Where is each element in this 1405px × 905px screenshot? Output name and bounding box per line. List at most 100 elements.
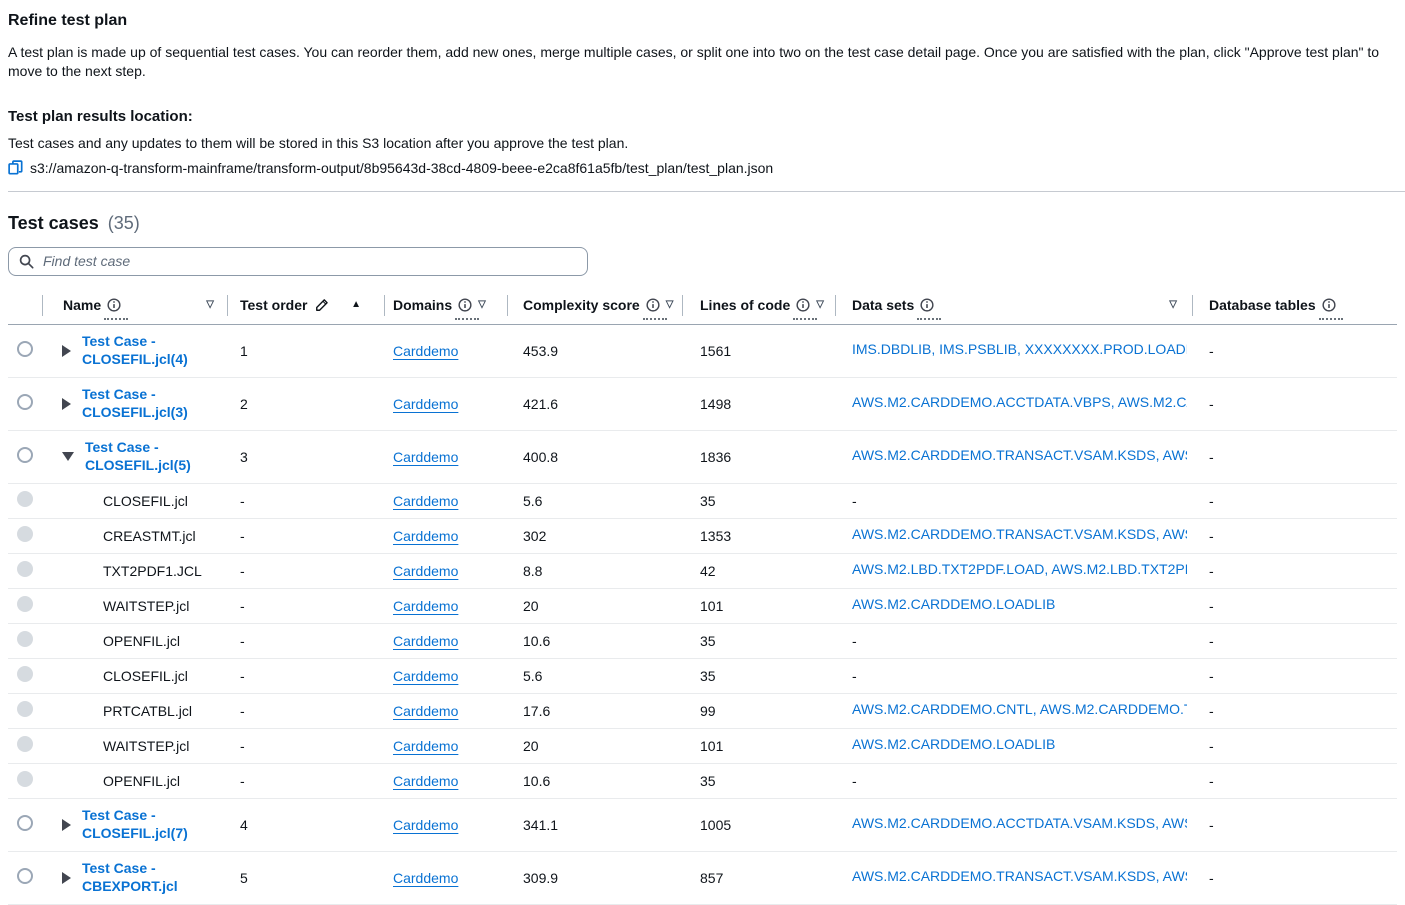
column-header-lines-of-code[interactable]: Lines of code ▽ [683, 287, 836, 324]
complexity-score-cell: 400.8 [508, 447, 683, 467]
job-name: OPENFIL.jcl [62, 773, 180, 789]
info-icon[interactable] [920, 298, 934, 312]
test-case-link[interactable]: Test Case -CBEXPORT.jcl [82, 860, 178, 895]
page-title: Refine test plan [8, 12, 1397, 30]
data-sets-link[interactable]: AWS.M2.CARDDEMO.TRANSACT.VSAM.KSDS, AWS.… [852, 447, 1187, 463]
data-sets-link[interactable]: AWS.M2.CARDDEMO.CNTL, AWS.M2.CARDDEMO.TC… [852, 701, 1187, 717]
table-row-child: CREASTMT.jcl - Carddemo 302 1353 AWS.M2.… [8, 519, 1397, 554]
sort-icon[interactable]: ▽ [666, 300, 674, 310]
expand-icon[interactable] [62, 345, 71, 357]
data-sets-cell: - [836, 631, 1193, 651]
info-icon[interactable] [796, 298, 810, 312]
domain-link[interactable]: Carddemo [393, 668, 458, 684]
domain-link[interactable]: Carddemo [393, 563, 458, 579]
complexity-score-cell: 341.1 [508, 815, 683, 835]
domain-link[interactable]: Carddemo [393, 633, 458, 649]
database-tables-cell: - [1193, 526, 1397, 546]
data-sets-link[interactable]: IMS.DBDLIB, IMS.PSBLIB, XXXXXXXX.PROD.LO… [852, 341, 1187, 357]
domain-link[interactable]: Carddemo [393, 703, 458, 719]
test-case-link[interactable]: Test Case -CLOSEFIL.jcl(5) [85, 439, 191, 474]
data-sets-link[interactable]: AWS.M2.LBD.TXT2PDF.LOAD, AWS.M2.LBD.TXT2… [852, 561, 1187, 577]
info-icon[interactable] [107, 298, 121, 312]
test-case-link[interactable]: Test Case -CLOSEFIL.jcl(3) [82, 386, 188, 421]
test-cases-heading: Test cases (35) [8, 213, 1397, 234]
job-name: TXT2PDF1.JCL [62, 563, 202, 579]
job-name: CLOSEFIL.jcl [62, 668, 188, 684]
data-sets-link[interactable]: AWS.M2.CARDDEMO.LOADLIB [852, 736, 1055, 752]
column-header-database-tables[interactable]: Database tables [1193, 287, 1397, 324]
domain-link[interactable]: Carddemo [393, 738, 458, 754]
test-cases-count: (35) [108, 213, 140, 233]
domain-link[interactable]: Carddemo [393, 817, 458, 833]
domain-link[interactable]: Carddemo [393, 449, 458, 465]
complexity-score-cell: 5.6 [508, 666, 683, 686]
test-order-cell: - [228, 561, 385, 581]
domain-link[interactable]: Carddemo [393, 493, 458, 509]
test-order-cell: 2 [228, 394, 385, 414]
test-order-cell: 3 [228, 447, 385, 467]
test-case-link[interactable]: Test Case -CLOSEFIL.jcl(4) [82, 333, 188, 368]
info-icon[interactable] [1322, 298, 1336, 312]
test-order-cell: - [228, 526, 385, 546]
column-header-name[interactable]: Name ▽ [43, 287, 228, 324]
test-order-cell: - [228, 701, 385, 721]
lines-of-code-cell: 101 [683, 736, 836, 756]
data-sets-link[interactable]: AWS.M2.CARDDEMO.ACCTDATA.VSAM.KSDS, AWS.… [852, 815, 1187, 831]
results-location-description: Test cases and any updates to them will … [8, 135, 1397, 151]
domain-link[interactable]: Carddemo [393, 870, 458, 886]
domain-link[interactable]: Carddemo [393, 528, 458, 544]
data-sets-link[interactable]: AWS.M2.CARDDEMO.ACCTDATA.VBPS, AWS.M2.CA… [852, 394, 1187, 410]
radio-button[interactable] [17, 394, 33, 410]
column-header-complexity-score[interactable]: Complexity score ▽ [508, 287, 683, 324]
sort-icon[interactable]: ▽ [816, 300, 824, 310]
data-sets-link[interactable]: AWS.M2.CARDDEMO.LOADLIB [852, 596, 1055, 612]
column-header-test-order[interactable]: Test order ▲ [228, 287, 385, 324]
database-tables-cell: - [1193, 815, 1397, 835]
radio-button-disabled [17, 701, 33, 717]
domain-link[interactable]: Carddemo [393, 396, 458, 412]
job-name: WAITSTEP.jcl [62, 598, 189, 614]
test-case-link[interactable]: Test Case -CLOSEFIL.jcl(7) [82, 807, 188, 842]
complexity-score-cell: 309.9 [508, 868, 683, 888]
search-box [8, 247, 588, 276]
column-header-domains[interactable]: Domains ▽ [385, 287, 508, 324]
complexity-score-cell: 10.6 [508, 631, 683, 651]
section-divider [8, 191, 1405, 192]
complexity-score-cell: 8.8 [508, 561, 683, 581]
edit-pencil-icon[interactable] [315, 298, 329, 312]
test-order-cell: - [228, 596, 385, 616]
domain-link[interactable]: Carddemo [393, 773, 458, 789]
complexity-score-cell: 453.9 [508, 341, 683, 361]
radio-button[interactable] [17, 341, 33, 357]
table-row: Test Case -CBEXPORT.jcl 5 Carddemo 309.9… [8, 852, 1397, 905]
sort-icon[interactable]: ▽ [1169, 300, 1177, 310]
table-row-child: WAITSTEP.jcl - Carddemo 20 101 AWS.M2.CA… [8, 589, 1397, 624]
radio-button-disabled [17, 736, 33, 752]
radio-button[interactable] [17, 447, 33, 463]
test-order-cell: 4 [228, 815, 385, 835]
table-row-child: PRTCATBL.jcl - Carddemo 17.6 99 AWS.M2.C… [8, 694, 1397, 729]
info-icon[interactable] [458, 298, 472, 312]
column-header-data-sets[interactable]: Data sets ▽ [836, 287, 1193, 324]
complexity-score-cell: 10.6 [508, 771, 683, 791]
lines-of-code-cell: 1498 [683, 394, 836, 414]
sort-ascending-icon[interactable]: ▲ [351, 300, 361, 310]
table-row-child: OPENFIL.jcl - Carddemo 10.6 35 - - [8, 624, 1397, 659]
table-row-child: TXT2PDF1.JCL - Carddemo 8.8 42 AWS.M2.LB… [8, 554, 1397, 589]
database-tables-cell: - [1193, 561, 1397, 581]
domain-link[interactable]: Carddemo [393, 343, 458, 359]
sort-icon[interactable]: ▽ [206, 300, 214, 310]
collapse-icon[interactable] [62, 452, 74, 461]
expand-icon[interactable] [62, 398, 71, 410]
expand-icon[interactable] [62, 819, 71, 831]
info-icon[interactable] [646, 298, 660, 312]
search-input[interactable] [8, 247, 588, 276]
data-sets-link[interactable]: AWS.M2.CARDDEMO.TRANSACT.VSAM.KSDS, AWS.… [852, 526, 1187, 542]
job-name: WAITSTEP.jcl [62, 738, 189, 754]
data-sets-cell: - [836, 771, 1193, 791]
test-order-cell: - [228, 771, 385, 791]
domain-link[interactable]: Carddemo [393, 598, 458, 614]
radio-button[interactable] [17, 815, 33, 831]
copy-icon[interactable] [8, 160, 23, 175]
sort-icon[interactable]: ▽ [478, 300, 486, 310]
